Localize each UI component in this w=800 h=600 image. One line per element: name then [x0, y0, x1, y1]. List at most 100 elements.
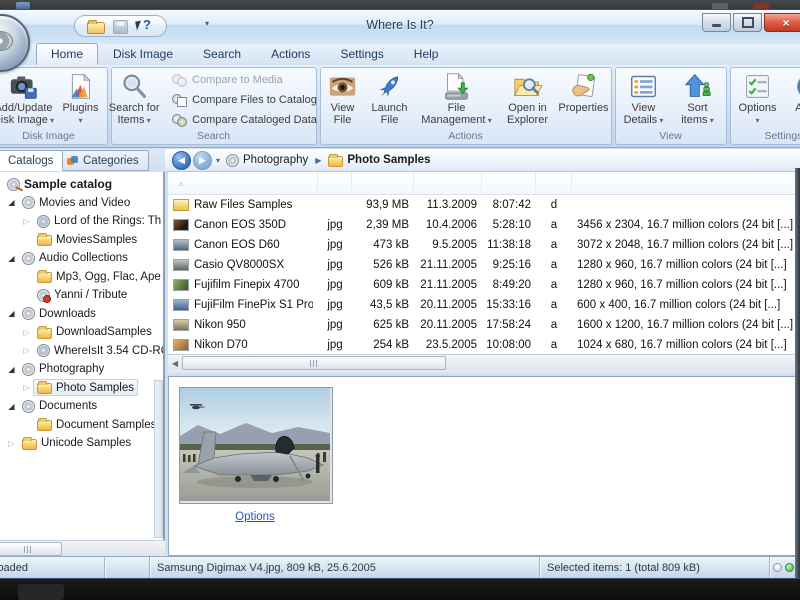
cell-size: 93,9 MB	[366, 199, 409, 211]
table-row[interactable]: Fujifilm Finepix 4700 jpg 609 kB 21.11.2…	[168, 275, 800, 295]
tree-item[interactable]: Mp3, Ogg, Flac, Ape	[0, 268, 163, 287]
tab-settings[interactable]: Settings	[325, 43, 398, 65]
expander-icon[interactable]	[5, 198, 18, 207]
tree-item[interactable]: MoviesSamples	[0, 231, 163, 250]
table-row[interactable]: Canon EOS 350D jpg 2,39 MB 10.4.2006 5:2…	[168, 215, 800, 235]
status-selection-info: Selected items: 1 (total 809 kB)	[540, 557, 770, 578]
expander-icon[interactable]	[20, 217, 33, 226]
file-management-button[interactable]: File Management	[414, 70, 500, 127]
view-file-button[interactable]: View File	[320, 70, 366, 126]
options-link[interactable]: Options	[179, 511, 331, 523]
expander-icon[interactable]	[5, 254, 18, 263]
tab-categories[interactable]: Categories	[57, 150, 149, 171]
tree-item-icon	[37, 214, 50, 228]
column-header[interactable]	[536, 172, 572, 194]
expander-icon[interactable]	[20, 346, 33, 355]
background-minimize-icon[interactable]	[712, 3, 728, 10]
tree-item[interactable]: DownloadSamples	[0, 323, 163, 342]
back-button[interactable]: ◀	[172, 150, 191, 170]
ribbon-group-disk-image: Add/Update Disk Image Plugins	[0, 67, 108, 145]
sort-items-button[interactable]: Sort items	[671, 70, 725, 127]
table-row[interactable]: Nikon 950 jpg 625 kB 20.11.2005 17:58:24…	[168, 315, 800, 335]
compare-to-media-button[interactable]: Compare to Media	[167, 70, 322, 90]
tree-item[interactable]: Lord of the Rings: Th	[0, 212, 163, 231]
compare-cataloged-data-button[interactable]: Compare Cataloged Data	[167, 110, 322, 130]
expander-icon[interactable]	[5, 402, 18, 411]
tree-item[interactable]: Audio Collections	[0, 249, 163, 268]
column-header[interactable]	[352, 172, 414, 194]
screen: ? Where Is It? × Home Disk Image Search …	[0, 0, 800, 600]
tree-item-icon	[22, 436, 37, 450]
maximize-button[interactable]	[733, 13, 762, 32]
tab-help[interactable]: Help	[399, 43, 454, 65]
breadcrumb-item-photography[interactable]: Photography	[226, 153, 308, 167]
expander-icon[interactable]	[5, 309, 18, 318]
options-button[interactable]: Options	[732, 70, 784, 127]
tree-item[interactable]: Downloads	[0, 305, 163, 324]
tree-item[interactable]: Photo Samples	[0, 379, 163, 398]
plugins-button[interactable]: Plugins	[56, 70, 106, 127]
tree-vertical-scrollbar[interactable]	[154, 380, 163, 538]
cell-attr: a	[550, 259, 558, 271]
column-header[interactable]	[318, 172, 352, 194]
table-row[interactable]: FujiFilm FinePix S1 Pro jpg 43,5 kB 20.1…	[168, 295, 800, 315]
scrollbar-thumb[interactable]	[182, 356, 446, 370]
table-row[interactable]: Nikon D70 jpg 254 kB 23.5.2005 10:08:00 …	[168, 335, 800, 354]
expander-icon[interactable]	[5, 365, 18, 374]
cell-filename: Canon EOS D60	[194, 239, 280, 251]
minimize-button[interactable]	[702, 13, 731, 32]
table-row[interactable]: Raw Files Samples 93,9 MB 11.3.2009 8:07…	[168, 195, 800, 215]
expander-icon[interactable]	[20, 383, 33, 392]
tree-item-label: Photography	[39, 363, 105, 376]
background-app-icon	[16, 2, 30, 10]
fighter-jet-photo	[180, 388, 330, 501]
tab-disk-image[interactable]: Disk Image	[98, 43, 188, 65]
cell-size: 625 kB	[373, 319, 409, 331]
about-button[interactable]: About	[784, 70, 800, 127]
tab-search[interactable]: Search	[188, 43, 256, 65]
launch-file-button[interactable]: Launch File	[366, 70, 414, 126]
tab-catalogs[interactable]: Catalogs	[0, 150, 64, 171]
forward-button[interactable]: ▶	[193, 150, 212, 170]
tree-item[interactable]: Document Samples	[0, 416, 163, 435]
detail-line	[341, 473, 795, 486]
view-details-button[interactable]: View Details	[617, 70, 671, 127]
search-for-items-button[interactable]: Search for Items	[105, 70, 163, 127]
open-in-explorer-button[interactable]: Open in Explorer	[500, 70, 556, 126]
scrollbar-thumb[interactable]	[0, 542, 62, 556]
tree-item[interactable]: Movies and Video	[0, 194, 163, 213]
column-header[interactable]	[414, 172, 482, 194]
table-row[interactable]: Canon EOS D60 jpg 473 kB 9.5.2005 11:38:…	[168, 235, 800, 255]
properties-button[interactable]: Properties	[556, 70, 612, 114]
column-header[interactable]	[482, 172, 536, 194]
detail-line	[341, 499, 795, 512]
cell-ext: jpg	[327, 259, 343, 271]
tree-item[interactable]: Photography	[0, 360, 163, 379]
cell-size: 473 kB	[373, 239, 409, 251]
column-header[interactable]	[572, 172, 800, 194]
scroll-left-icon[interactable]: ◀	[168, 359, 182, 368]
tree-item[interactable]: Yanni / Tribute	[0, 286, 163, 305]
tab-actions[interactable]: Actions	[256, 43, 325, 65]
add-update-disk-image-button[interactable]: Add/Update Disk Image	[0, 70, 56, 127]
tree-horizontal-scrollbar[interactable]	[0, 540, 165, 557]
tab-home[interactable]: Home	[36, 43, 99, 65]
file-thumbnail-icon	[173, 319, 189, 331]
column-header[interactable]	[168, 172, 318, 194]
cell-ext: jpg	[327, 299, 343, 311]
table-row[interactable]: Casio QV8000SX jpg 526 kB 21.11.2005 9:2…	[168, 255, 800, 275]
breadcrumb-bar: ◀ ▶ ▾ Photography ▶ Photo Samples	[165, 149, 800, 172]
tree-item[interactable]: WhereIsIt 3.54 CD-RO	[0, 342, 163, 361]
history-dropdown-icon[interactable]: ▾	[216, 156, 220, 165]
breadcrumb-item-photo-samples[interactable]: Photo Samples	[328, 153, 430, 167]
expander-icon[interactable]	[20, 328, 33, 337]
expander-icon[interactable]	[5, 439, 18, 448]
tree-item[interactable]: Sample catalog	[0, 175, 163, 194]
tree-item[interactable]: Unicode Samples	[0, 434, 163, 453]
tree-item[interactable]: Documents	[0, 397, 163, 416]
compare-files-to-catalog-button[interactable]: Compare Files to Catalog	[167, 90, 322, 110]
close-button[interactable]: ×	[764, 13, 800, 32]
file-thumbnail-icon	[173, 299, 189, 311]
cell-ext: jpg	[327, 279, 343, 291]
file-list-horizontal-scrollbar[interactable]: ◀ ▶	[168, 354, 800, 371]
